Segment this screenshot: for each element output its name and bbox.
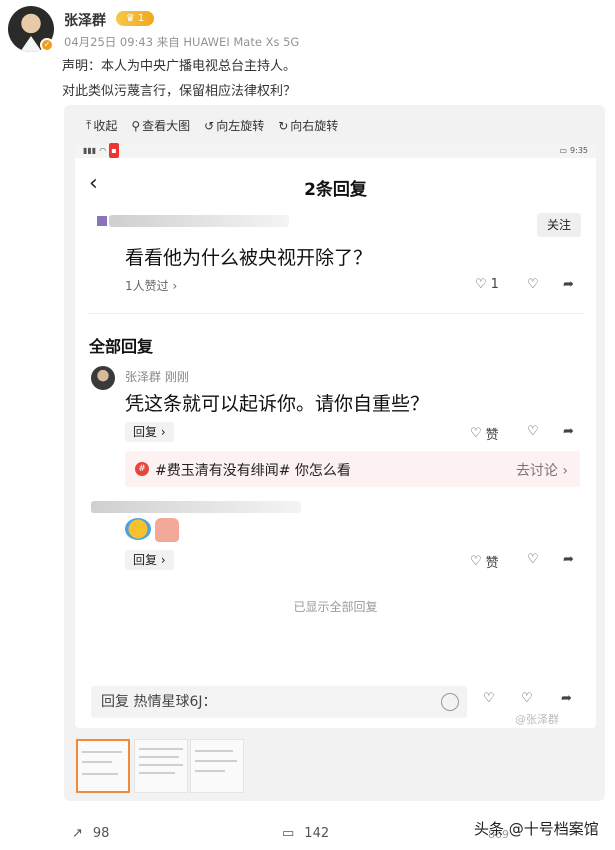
emoji-icon [125,518,151,540]
broken-heart-icon[interactable]: ♡ [527,277,539,292]
repost-icon: ↗ [72,826,83,841]
reply-input[interactable]: 回复 热情星球6J： [91,686,467,718]
repost-button[interactable]: ↗ 98 [72,826,109,841]
discuss-link[interactable]: 去讨论 › [516,460,568,480]
wifi-icon: ◠ [99,146,107,155]
topic-text: #费玉清有没有绯闻# 你怎么看 [155,463,351,479]
phone-screenshot: ▮▮▮ ◠ ▪ ▭ 9:35 ‹ 2条回复 关注 看看他为什么被央视开除了？ 1人赞过… [75,143,596,728]
heart-icon: ♡ [470,554,482,569]
reply-avatar[interactable] [91,366,115,390]
view-large-button[interactable]: ⚲ 查看大图 [131,117,190,134]
rotate-left-label: 向左旋转 [216,119,265,133]
battery-icon: ▭ [559,146,568,155]
repost-count: 98 [92,826,110,841]
image-toolbar: ⤒ 收起 ⚲ 查看大图 ↺ 向左旋转 ↻ 向右旋转 [86,117,338,134]
like-count: 1 [490,277,499,292]
comment-text: 看看他为什么被央视开除了？ [125,247,373,269]
heart-icon: ♡ [470,426,482,441]
comment-button[interactable]: ▭ 142 [282,826,329,841]
reply-placeholder: 回复 热情星球6J： [101,694,217,710]
replies-title: 2条回复 [304,180,367,200]
share-icon[interactable]: ➦ [563,277,574,292]
collapse-label: 收起 [93,119,118,133]
reply-button[interactable]: 回复 › [125,422,174,442]
comment-icon: ▭ [282,826,295,841]
topic-banner[interactable]: # #费玉清有没有绯闻# 你怎么看 去讨论 › [125,451,580,487]
thumbnail-1[interactable] [76,739,130,793]
like-button[interactable]: ♡ 赞 [470,424,499,443]
vip-level: 1 [137,13,145,24]
blurred-avatar [97,216,107,226]
reply-author[interactable]: 张泽群 刚刚 [125,368,189,385]
all-replies-heading: 全部回复 [89,337,154,356]
heart-icon: ♡ [475,277,487,292]
heart-icon[interactable]: ♡ [483,691,495,706]
like-label: 赞 [485,428,499,443]
post-text-line2: 对此类似污蔑言行，保留相应法律权利？ [62,84,297,99]
rotate-left-icon: ↺ [204,118,215,133]
follow-button[interactable]: 关注 [537,213,581,237]
rotate-right-button[interactable]: ↻ 向右旋转 [278,117,338,134]
like-label: 赞 [485,556,499,571]
broken-heart-icon[interactable]: ♡ [527,552,539,567]
share-icon[interactable]: ➦ [563,552,574,567]
like-button[interactable]: ♡ 赞 [470,552,499,571]
divider [87,313,584,314]
broken-heart-icon[interactable]: ♡ [521,691,533,706]
broken-heart-icon[interactable]: ♡ [527,424,539,439]
notification-badge: ▪ [109,143,119,158]
rotate-left-button[interactable]: ↺ 向左旋转 [204,117,264,134]
blurred-username [91,501,301,513]
magnifier-icon: ⚲ [131,118,141,133]
rotate-right-label: 向右旋转 [290,119,339,133]
topic-icon: # [135,462,149,476]
post-text-line1: 声明：本人为中央广播电视总台主持人。 [62,59,297,74]
blurred-username [109,215,289,227]
reply-text: 凭这条就可以起诉你。请你自重些？ [125,393,430,415]
thumbs-up-emoji-icon [155,518,179,542]
source-watermark: 头条 @十号档案馆 [474,820,599,838]
verified-icon: ✓ [40,38,54,52]
thumbnail-2[interactable] [134,739,188,793]
all-replies-shown: 已显示全部回复 [293,600,378,614]
status-time: 9:35 [570,146,588,155]
watermark: @张泽群 [515,713,559,726]
rotate-right-icon: ↻ [278,118,289,133]
thumbnail-3[interactable] [190,739,244,793]
status-bar: ▮▮▮ ◠ ▪ ▭ 9:35 [75,143,596,158]
vip-badge[interactable]: ♛ 1 [116,11,154,26]
share-icon[interactable]: ➦ [563,424,574,439]
share-icon[interactable]: ➦ [561,691,572,706]
signal-icon: ▮▮▮ [83,146,97,155]
view-large-label: 查看大图 [142,119,191,133]
emoji-picker-icon[interactable] [441,693,459,711]
collapse-button[interactable]: ⤒ 收起 [86,117,117,134]
reply-button[interactable]: 回复 › [125,550,174,570]
like-button[interactable]: ♡ 1 [475,277,499,292]
collapse-icon: ⤒ [86,118,92,132]
post-meta: 04月25日 09:43 来自 HUAWEI Mate Xs 5G [64,35,300,49]
comment-count: 142 [304,826,330,841]
likes-summary[interactable]: 1人赞过 › [125,277,177,294]
username[interactable]: 张泽群 [64,10,106,30]
